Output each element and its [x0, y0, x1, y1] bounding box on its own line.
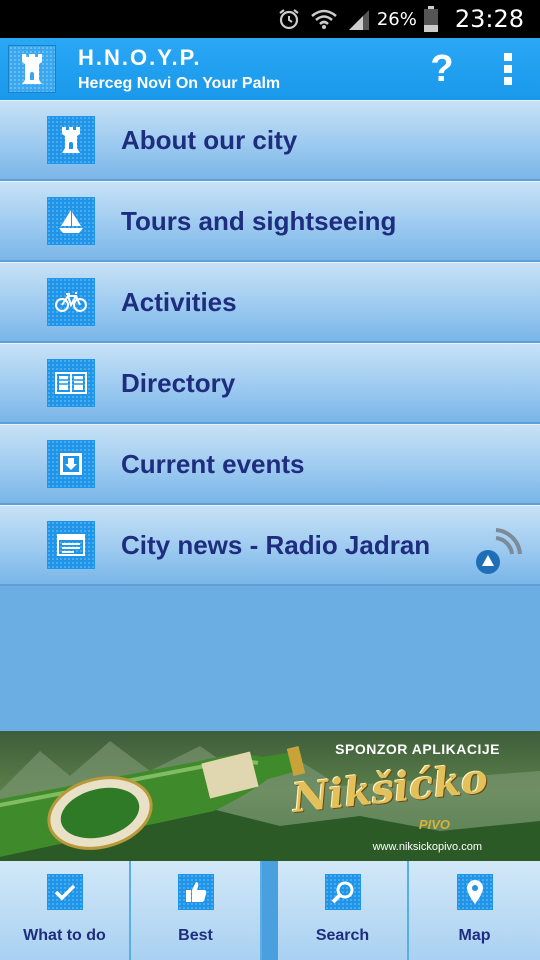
tower-icon [47, 116, 95, 164]
beer-bottle-image [0, 745, 306, 857]
app-title: H.N.O.Y.P. [78, 45, 202, 70]
menu-item-city-news[interactable]: City news - Radio Jadran [0, 505, 540, 586]
app-subtitle: Herceg Novi On Your Palm [78, 75, 281, 92]
sailboat-icon [47, 197, 95, 245]
overflow-menu-button[interactable] [498, 51, 518, 87]
tower-icon [22, 54, 42, 84]
signal-icon [347, 8, 371, 30]
menu-item-label: Current events [121, 448, 305, 479]
clock: 23:28 [454, 5, 524, 33]
status-bar: 26% 23:28 [0, 0, 540, 38]
menu-item-about[interactable]: About our city [0, 100, 540, 181]
book-icon [47, 359, 95, 407]
help-button[interactable]: ? [422, 48, 462, 91]
app-bar: H.N.O.Y.P. Herceg Novi On Your Palm ? [0, 38, 540, 100]
nav-map[interactable]: Map [409, 861, 540, 960]
nav-search[interactable]: Search [278, 861, 409, 960]
ad-url: www.niksickopivo.com [372, 841, 482, 853]
menu-item-label: About our city [121, 124, 298, 155]
checkmark-icon [46, 874, 83, 910]
ad-sponsor-text: SPONZOR APLIKACIJE [335, 741, 500, 757]
menu-item-label: Directory [121, 367, 236, 398]
battery-icon [423, 6, 439, 32]
ad-sub-brand: PIVO [418, 817, 450, 832]
battery-percent: 26% [376, 8, 417, 30]
menu-item-label: Tours and sightseeing [121, 205, 397, 236]
bicycle-icon [47, 278, 95, 326]
menu-item-label: Activities [121, 286, 237, 317]
menu-item-label: City news - Radio Jadran [121, 529, 431, 560]
nav-label: Best [178, 927, 213, 944]
sponsor-banner[interactable]: SPONZOR APLIKACIJE Nikšićko PIVO www.nik… [0, 731, 540, 861]
nav-label: What to do [23, 927, 106, 944]
menu-item-activities[interactable]: Activities [0, 262, 540, 343]
news-icon [47, 521, 95, 569]
nav-what-to-do[interactable]: What to do [0, 861, 131, 960]
thumbs-up-icon [177, 874, 214, 910]
menu-item-events[interactable]: Current events [0, 424, 540, 505]
menu-item-directory[interactable]: Directory [0, 343, 540, 424]
nav-divider [262, 861, 278, 960]
nav-label: Map [458, 927, 491, 944]
app-logo[interactable] [8, 45, 56, 93]
radio-play-button[interactable] [474, 524, 524, 574]
wifi-icon [311, 8, 337, 30]
alarm-icon [277, 7, 301, 31]
bottom-nav: What to do Best Search Map [0, 861, 540, 960]
download-icon [47, 440, 95, 488]
main-menu: About our city Tours and sightseeing Act… [0, 100, 540, 586]
nav-label: Search [315, 927, 370, 944]
nav-best[interactable]: Best [131, 861, 262, 960]
app-titles: H.N.O.Y.P. Herceg Novi On Your Palm [78, 45, 280, 93]
menu-item-tours[interactable]: Tours and sightseeing [0, 181, 540, 262]
map-pin-icon [456, 874, 493, 910]
magnifier-icon [324, 874, 361, 910]
